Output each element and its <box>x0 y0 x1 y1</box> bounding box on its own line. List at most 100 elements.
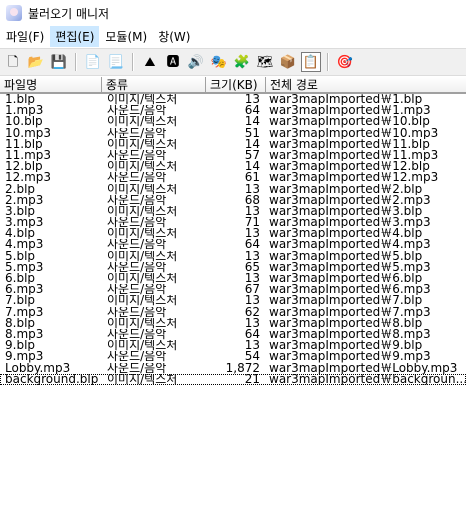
ai-editor-icon[interactable]: 🗺 <box>255 52 275 72</box>
file-type-cell: 이미지/텍스처 <box>107 116 178 128</box>
file-type-cell: 사운드/음악 <box>107 284 167 296</box>
file-path-cell: war3mapImported￦1.mp3 <box>269 105 431 117</box>
table-row[interactable]: 5.blp 이미지/텍스처 13 war3mapImported￦5.blp <box>0 251 466 262</box>
file-type-cell: 사운드/음악 <box>107 149 167 162</box>
table-row[interactable]: 9.mp3 사운드/음악 54 war3mapImported￦9.mp3 <box>0 351 466 362</box>
file-name-cell: 3.blp <box>5 205 36 218</box>
table-row[interactable]: 2.mp3 사운드/음악 68 war3mapImported￦2.mp3 <box>0 195 466 206</box>
table-row[interactable]: 8.blp 이미지/텍스처 13 war3mapImported￦8.blp <box>0 318 466 329</box>
menu-edit[interactable]: 편집(E) <box>50 25 100 47</box>
sound-editor-icon[interactable]: 🔊 <box>186 52 206 72</box>
file-type-cell: 이미지/텍스처 <box>107 373 178 385</box>
column-header-filename[interactable]: 파일명 <box>0 77 102 93</box>
file-type-cell: 이미지/텍스처 <box>107 340 178 352</box>
file-name-cell: 10.mp3 <box>5 127 52 139</box>
file-name-cell: background.blp <box>5 373 99 385</box>
table-row[interactable]: 6.mp3 사운드/음악 67 war3mapImported￦6.mp3 <box>0 284 466 295</box>
file-path-cell: war3mapImported￦backgroun... <box>269 373 466 385</box>
import-manager-icon[interactable]: 📋 <box>301 52 321 72</box>
file-type-cell: 사운드/음악 <box>107 328 167 341</box>
file-path-cell: war3mapImported￦4.mp3 <box>269 239 431 251</box>
file-path-cell: war3mapImported￦8.mp3 <box>269 328 431 341</box>
file-type-cell: 이미지/텍스처 <box>107 228 178 240</box>
menu-file[interactable]: 파일(F) <box>1 26 49 47</box>
file-path-cell: war3mapImported￦Lobby.mp3 <box>269 362 458 374</box>
file-path-cell: war3mapImported￦2.blp <box>269 183 423 195</box>
column-header-type[interactable]: 종류 <box>102 77 206 93</box>
trigger-editor-icon[interactable]: 🧩 <box>232 52 252 72</box>
file-size-cell: 13 <box>244 317 260 329</box>
export-file-icon[interactable]: 📃 <box>106 52 126 72</box>
file-type-cell: 사운드/음악 <box>107 172 167 184</box>
file-path-cell: war3mapImported￦7.blp <box>269 295 423 307</box>
file-path-cell: war3mapImported￦2.mp3 <box>269 194 431 206</box>
toolbar-separator <box>132 53 133 71</box>
test-map-icon[interactable]: 🎯 <box>335 52 355 72</box>
toolbar-separator <box>75 53 76 71</box>
file-name-cell: 11.mp3 <box>5 149 52 162</box>
table-row[interactable]: 4.mp3 사운드/음악 64 war3mapImported￦4.mp3 <box>0 239 466 250</box>
table-row[interactable]: 3.mp3 사운드/음악 71 war3mapImported￦3.mp3 <box>0 217 466 228</box>
table-row[interactable]: 6.blp 이미지/텍스처 13 war3mapImported￦6.blp <box>0 273 466 284</box>
table-row[interactable]: 4.blp 이미지/텍스처 13 war3mapImported￦4.blp <box>0 228 466 239</box>
object-manager-icon[interactable]: 📦 <box>278 52 298 72</box>
file-name-cell: 1.mp3 <box>5 105 44 117</box>
table-row[interactable]: 12.mp3 사운드/음악 61 war3mapImported￦12.mp3 <box>0 172 466 183</box>
file-name-cell: 2.mp3 <box>5 194 44 206</box>
file-name-cell: 10.blp <box>5 116 43 128</box>
table-row[interactable]: 11.mp3 사운드/음악 57 war3mapImported￦11.mp3 <box>0 150 466 161</box>
file-path-cell: war3mapImported￦11.mp3 <box>269 149 439 162</box>
table-row[interactable]: 8.mp3 사운드/음악 64 war3mapImported￦8.mp3 <box>0 329 466 340</box>
column-header-path[interactable]: 전체 경로 <box>266 77 466 93</box>
import-file-icon[interactable]: 📄 <box>83 52 103 72</box>
menu-module[interactable]: 모듈(M) <box>100 26 152 47</box>
file-name-cell: 6.mp3 <box>5 284 44 296</box>
menu-bar: 파일(F) 편집(E) 모듈(M) 창(W) <box>0 25 466 47</box>
file-name-cell: 2.blp <box>5 183 36 195</box>
file-size-cell: 13 <box>244 250 260 262</box>
file-size-cell: 54 <box>244 351 260 363</box>
table-row[interactable]: 1.mp3 사운드/음악 64 war3mapImported￦1.mp3 <box>0 105 466 116</box>
file-size-cell: 65 <box>244 261 260 273</box>
file-type-cell: 사운드/음악 <box>107 261 167 273</box>
file-name-cell: 5.mp3 <box>5 261 44 273</box>
file-name-cell: 12.mp3 <box>5 172 52 184</box>
file-size-cell: 13 <box>244 205 260 218</box>
menu-window[interactable]: 창(W) <box>153 26 195 47</box>
table-row[interactable]: 7.blp 이미지/텍스처 13 war3mapImported￦7.blp <box>0 295 466 306</box>
file-path-cell: war3mapImported￦10.mp3 <box>269 127 439 139</box>
file-type-cell: 이미지/텍스처 <box>107 138 178 150</box>
table-row[interactable]: background.blp 이미지/텍스처 21 war3mapImported￦b… <box>0 373 466 385</box>
table-row[interactable]: 3.blp 이미지/텍스처 13 war3mapImported￦3.blp <box>0 206 466 217</box>
open-folder-icon[interactable]: 📂 <box>26 52 46 72</box>
new-file-icon[interactable]: 🗋 <box>3 52 23 72</box>
window-title: 불러오기 매니저 <box>28 6 110 21</box>
file-type-cell: 이미지/텍스처 <box>107 250 178 262</box>
table-row[interactable]: 7.mp3 사운드/음악 62 war3mapImported￦7.mp3 <box>0 307 466 318</box>
file-size-cell: 64 <box>244 239 260 251</box>
file-type-cell: 사운드/음악 <box>107 362 167 374</box>
file-path-cell: war3mapImported￦12.mp3 <box>269 172 439 184</box>
file-size-cell: 14 <box>244 138 260 150</box>
unit-editor-icon[interactable]: 🅰 <box>163 52 183 72</box>
app-icon <box>6 5 22 21</box>
table-row[interactable]: 2.blp 이미지/텍스처 13 war3mapImported￦2.blp <box>0 184 466 195</box>
file-size-cell: 1,872 <box>225 362 260 374</box>
table-row[interactable]: 9.blp 이미지/텍스처 13 war3mapImported￦9.blp <box>0 340 466 351</box>
file-type-cell: 사운드/음악 <box>107 306 167 318</box>
file-path-cell: war3mapImported￦4.blp <box>269 228 423 240</box>
save-icon[interactable]: 💾 <box>49 52 69 72</box>
file-path-cell: war3mapImported￦6.blp <box>269 273 423 285</box>
table-row[interactable]: 10.blp 이미지/텍스처 14 war3mapImported￦10.blp <box>0 116 466 127</box>
file-path-cell: war3mapImported￦9.mp3 <box>269 351 431 363</box>
table-row[interactable]: 11.blp 이미지/텍스처 14 war3mapImported￦11.blp <box>0 139 466 150</box>
table-row[interactable]: 1.blp 이미지/텍스처 13 war3mapImported￦1.blp <box>0 94 466 105</box>
column-header-size[interactable]: 크기(KB) <box>206 77 266 93</box>
table-row[interactable]: 12.blp 이미지/텍스처 14 war3mapImported￦12.blp <box>0 161 466 172</box>
table-row[interactable]: 5.mp3 사운드/음악 65 war3mapImported￦5.mp3 <box>0 262 466 273</box>
table-row[interactable]: 10.mp3 사운드/음악 51 war3mapImported￦10.mp3 <box>0 128 466 139</box>
file-type-cell: 사운드/음악 <box>107 127 167 139</box>
object-editor-icon[interactable]: 🎭 <box>209 52 229 72</box>
terrain-editor-icon[interactable]: ⛰ <box>140 52 160 72</box>
table-row[interactable]: Lobby.mp3 사운드/음악 1,872 war3mapImported￦Lobb… <box>0 363 466 374</box>
